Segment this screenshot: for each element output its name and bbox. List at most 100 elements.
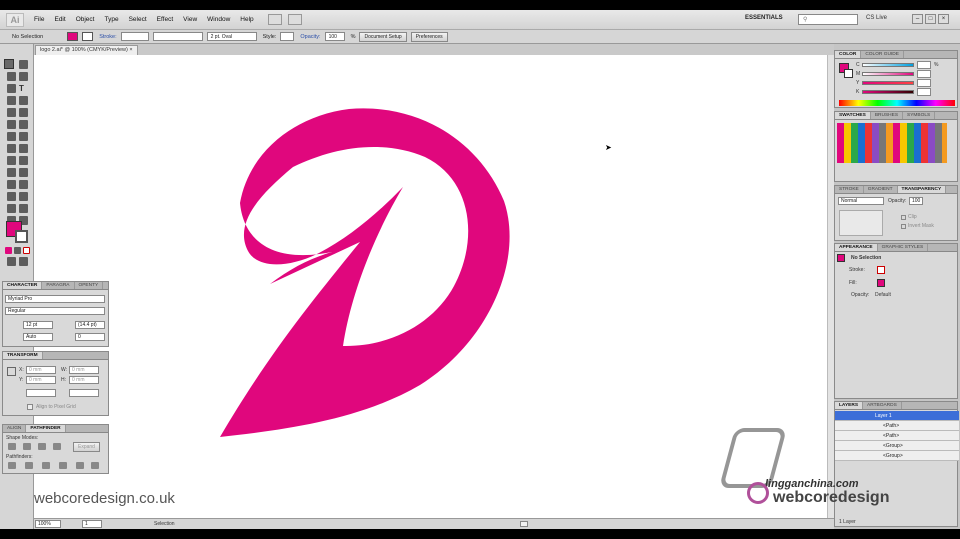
cs-live-button[interactable]: CS Live bbox=[866, 15, 887, 21]
menu-window[interactable]: Window bbox=[207, 16, 230, 23]
menu-effect[interactable]: Effect bbox=[157, 16, 174, 23]
pen-tool-icon[interactable] bbox=[7, 84, 16, 93]
tab-swatches[interactable]: SWATCHES bbox=[835, 112, 871, 119]
artboard-canvas[interactable]: ➤ bbox=[34, 55, 827, 518]
black-field[interactable] bbox=[917, 88, 931, 96]
shape-builder-tool-icon[interactable] bbox=[7, 156, 16, 165]
appearance-stroke-swatch[interactable] bbox=[877, 266, 885, 274]
tab-color-guide[interactable]: COLOR GUIDE bbox=[861, 51, 904, 58]
stroke-swatch[interactable] bbox=[82, 32, 94, 41]
cyan-slider[interactable] bbox=[862, 63, 914, 67]
exclude-icon[interactable] bbox=[53, 443, 61, 450]
appearance-fill-swatch[interactable] bbox=[877, 279, 885, 287]
clip-checkbox[interactable] bbox=[901, 215, 906, 220]
tab-appearance[interactable]: APPEARANCE bbox=[835, 244, 878, 251]
yellow-field[interactable] bbox=[917, 79, 931, 87]
invert-mask-checkbox[interactable] bbox=[901, 224, 906, 229]
eraser-tool-icon[interactable] bbox=[19, 120, 28, 129]
symbol-sprayer-tool-icon[interactable] bbox=[7, 192, 16, 201]
selection-tool-icon[interactable] bbox=[4, 59, 14, 69]
tab-artboards[interactable]: ARTBOARDS bbox=[863, 402, 902, 409]
black-slider[interactable] bbox=[862, 90, 914, 94]
blend-mode-select[interactable]: Normal bbox=[838, 197, 884, 205]
h-field[interactable]: 0 mm bbox=[69, 376, 99, 384]
stroke-weight-field[interactable] bbox=[120, 32, 149, 41]
menu-select[interactable]: Select bbox=[129, 16, 147, 23]
close-button[interactable]: × bbox=[938, 14, 949, 24]
line-tool-icon[interactable] bbox=[7, 96, 16, 105]
tab-layers[interactable]: LAYERS bbox=[835, 402, 864, 409]
w-field[interactable]: 0 mm bbox=[69, 366, 99, 374]
color-mode-icon[interactable] bbox=[5, 247, 12, 254]
eyedropper-tool-icon[interactable] bbox=[7, 180, 16, 189]
expand-button[interactable]: Expand bbox=[73, 442, 100, 452]
minus-front-icon[interactable] bbox=[23, 443, 31, 450]
ellipse-tool-icon[interactable] bbox=[19, 96, 28, 105]
document-tab[interactable]: logo 2.ai* @ 100% (CMYK/Preview) × bbox=[35, 45, 138, 55]
font-family-select[interactable]: Myriad Pro bbox=[5, 295, 105, 303]
tab-gradient[interactable]: GRADIENT bbox=[864, 186, 898, 193]
slice-tool-icon[interactable] bbox=[19, 204, 28, 213]
column-graph-tool-icon[interactable] bbox=[19, 192, 28, 201]
layer-row[interactable]: <Group> bbox=[835, 451, 959, 461]
document-setup-button[interactable]: Document Setup bbox=[359, 31, 407, 42]
menu-edit[interactable]: Edit bbox=[54, 16, 65, 23]
tab-paragraph[interactable]: PARAGRA bbox=[42, 282, 75, 289]
kerning-field[interactable]: Auto bbox=[23, 333, 53, 341]
lasso-tool-icon[interactable] bbox=[19, 72, 28, 81]
menu-file[interactable]: File bbox=[34, 16, 44, 23]
yellow-slider[interactable] bbox=[862, 81, 914, 85]
minimize-button[interactable]: – bbox=[912, 14, 923, 24]
pencil-tool-icon[interactable] bbox=[19, 108, 28, 117]
artboard-nav-field[interactable]: 1 bbox=[82, 520, 102, 528]
layer-row[interactable]: <Path> bbox=[835, 421, 959, 431]
bridge-button[interactable] bbox=[267, 14, 282, 25]
layer-row[interactable]: Layer 1 bbox=[835, 411, 959, 421]
direct-selection-tool-icon[interactable] bbox=[19, 60, 28, 69]
opacity-label[interactable]: Opacity: bbox=[300, 34, 320, 40]
width-tool-icon[interactable] bbox=[7, 144, 16, 153]
scale-tool-icon[interactable] bbox=[19, 132, 28, 141]
fill-swatch[interactable] bbox=[67, 32, 79, 41]
layer-row[interactable]: <Group> bbox=[835, 441, 959, 451]
tab-align[interactable]: ALIGN bbox=[3, 425, 27, 432]
tab-transparency[interactable]: TRANSPARENCY bbox=[897, 186, 947, 193]
y-field[interactable]: 0 mm bbox=[26, 376, 56, 384]
style-field[interactable] bbox=[280, 32, 295, 41]
mesh-tool-icon[interactable] bbox=[7, 168, 16, 177]
tab-stroke[interactable]: STROKE bbox=[835, 186, 864, 193]
intersect-icon[interactable] bbox=[38, 443, 46, 450]
horizontal-scroll-thumb[interactable] bbox=[520, 521, 528, 527]
font-style-select[interactable]: Regular bbox=[5, 307, 105, 315]
artboard-tool-icon[interactable] bbox=[7, 204, 16, 213]
tab-brushes[interactable]: BRUSHES bbox=[871, 112, 904, 119]
align-pixel-grid-checkbox[interactable] bbox=[27, 404, 33, 410]
leading-field[interactable]: (14.4 pt) bbox=[75, 321, 105, 329]
swatch-grid[interactable] bbox=[837, 123, 947, 163]
stroke-color-box[interactable] bbox=[15, 230, 28, 243]
appearance-fill-label[interactable]: Fill: bbox=[849, 280, 857, 286]
tab-color[interactable]: COLOR bbox=[835, 51, 862, 58]
workspace-switcher[interactable]: ESSENTIALS bbox=[745, 15, 783, 21]
color-spectrum[interactable] bbox=[839, 100, 955, 106]
magic-wand-tool-icon[interactable] bbox=[7, 72, 16, 81]
stroke-label[interactable]: Stroke: bbox=[99, 34, 116, 40]
magenta-slider[interactable] bbox=[862, 72, 914, 76]
x-field[interactable]: 0 mm bbox=[26, 366, 56, 374]
trim-icon[interactable] bbox=[25, 462, 33, 469]
font-size-field[interactable]: 12 pt bbox=[23, 321, 53, 329]
variable-width-field[interactable] bbox=[152, 32, 203, 41]
transparency-opacity-field[interactable]: 100 bbox=[909, 197, 923, 205]
blob-brush-tool-icon[interactable] bbox=[7, 120, 16, 129]
shear-field[interactable] bbox=[69, 389, 99, 397]
type-tool-icon[interactable]: T bbox=[19, 84, 28, 93]
gradient-tool-icon[interactable] bbox=[19, 168, 28, 177]
tracking-field[interactable]: 0 bbox=[75, 333, 105, 341]
help-search-input[interactable]: ⚲ bbox=[798, 14, 858, 25]
brush-field[interactable]: 2 pt. Oval bbox=[206, 32, 257, 41]
reference-point-icon[interactable] bbox=[7, 367, 16, 376]
paintbrush-tool-icon[interactable] bbox=[7, 108, 16, 117]
maximize-button[interactable]: □ bbox=[925, 14, 936, 24]
menu-object[interactable]: Object bbox=[76, 16, 95, 23]
gradient-mode-icon[interactable] bbox=[14, 247, 21, 254]
